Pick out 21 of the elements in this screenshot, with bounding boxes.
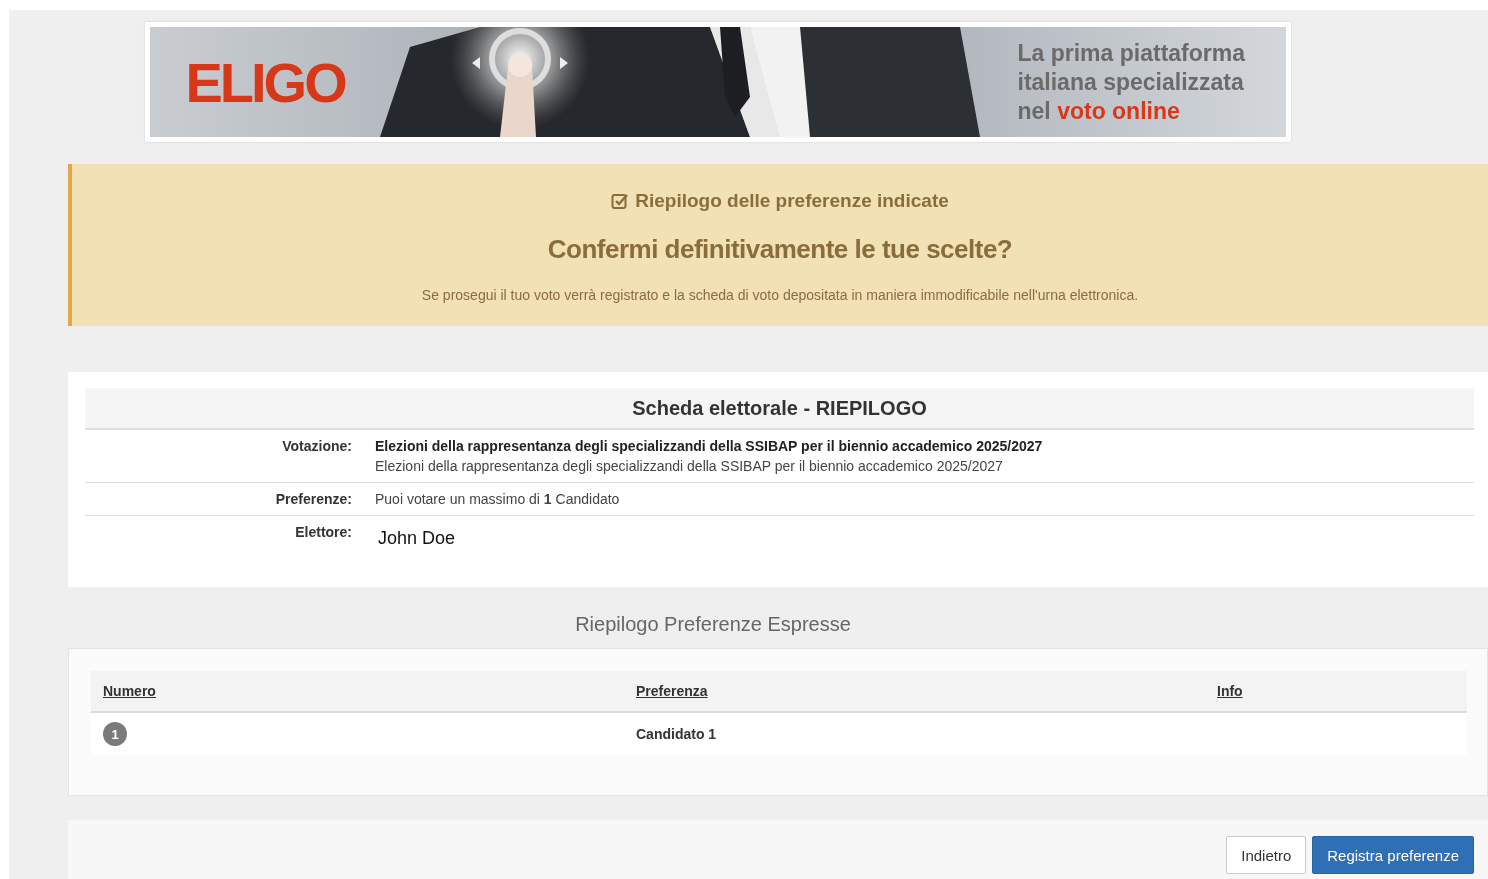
column-header[interactable]: Numero — [103, 683, 156, 699]
election-title: Elezioni della rappresentanza degli specializzandi della SSIBAP per il biennio accademico 2025/2027 — [375, 438, 1044, 454]
field-label: Votazione: — [281, 438, 352, 456]
alert-title: Riepilogo delle preferenze indicate — [635, 190, 949, 212]
voter-name: John Doe — [377, 527, 457, 550]
field-value: Puoi votare un massimo di 1 Candidato — [375, 491, 621, 507]
column-header[interactable]: Info — [1217, 683, 1243, 699]
field-label: Preferenze: — [274, 491, 352, 507]
panel-title: Scheda elettorale - RIEPILOGO — [632, 396, 927, 420]
field-label: Elettore: — [294, 524, 352, 542]
submit-button[interactable]: Registra preferenze — [1312, 836, 1474, 874]
column-header[interactable]: Preferenza — [636, 683, 708, 699]
back-button[interactable]: Indietro — [1226, 836, 1307, 874]
logo: ELIGO — [185, 49, 345, 115]
election-description: Elezioni della rappresentanza degli specializzandi della SSIBAP per il biennio accademico 2025/2027 — [375, 458, 1004, 474]
number-badge: 1 — [103, 722, 127, 746]
alert-message: Se prosegui il tuo voto verrà registrato e la scheda di voto depositata in maniera immodificabile nell'urna elettronica. — [421, 287, 1139, 303]
table-cell: Candidato 1 — [636, 726, 717, 742]
alert-heading: Confermi definitivamente le tue scelte? — [547, 234, 1013, 265]
tagline: La prima piattaforma italiana specializzata nel voto online — [1017, 38, 1247, 126]
section-title: Riepilogo Preferenze Espresse — [575, 613, 851, 636]
